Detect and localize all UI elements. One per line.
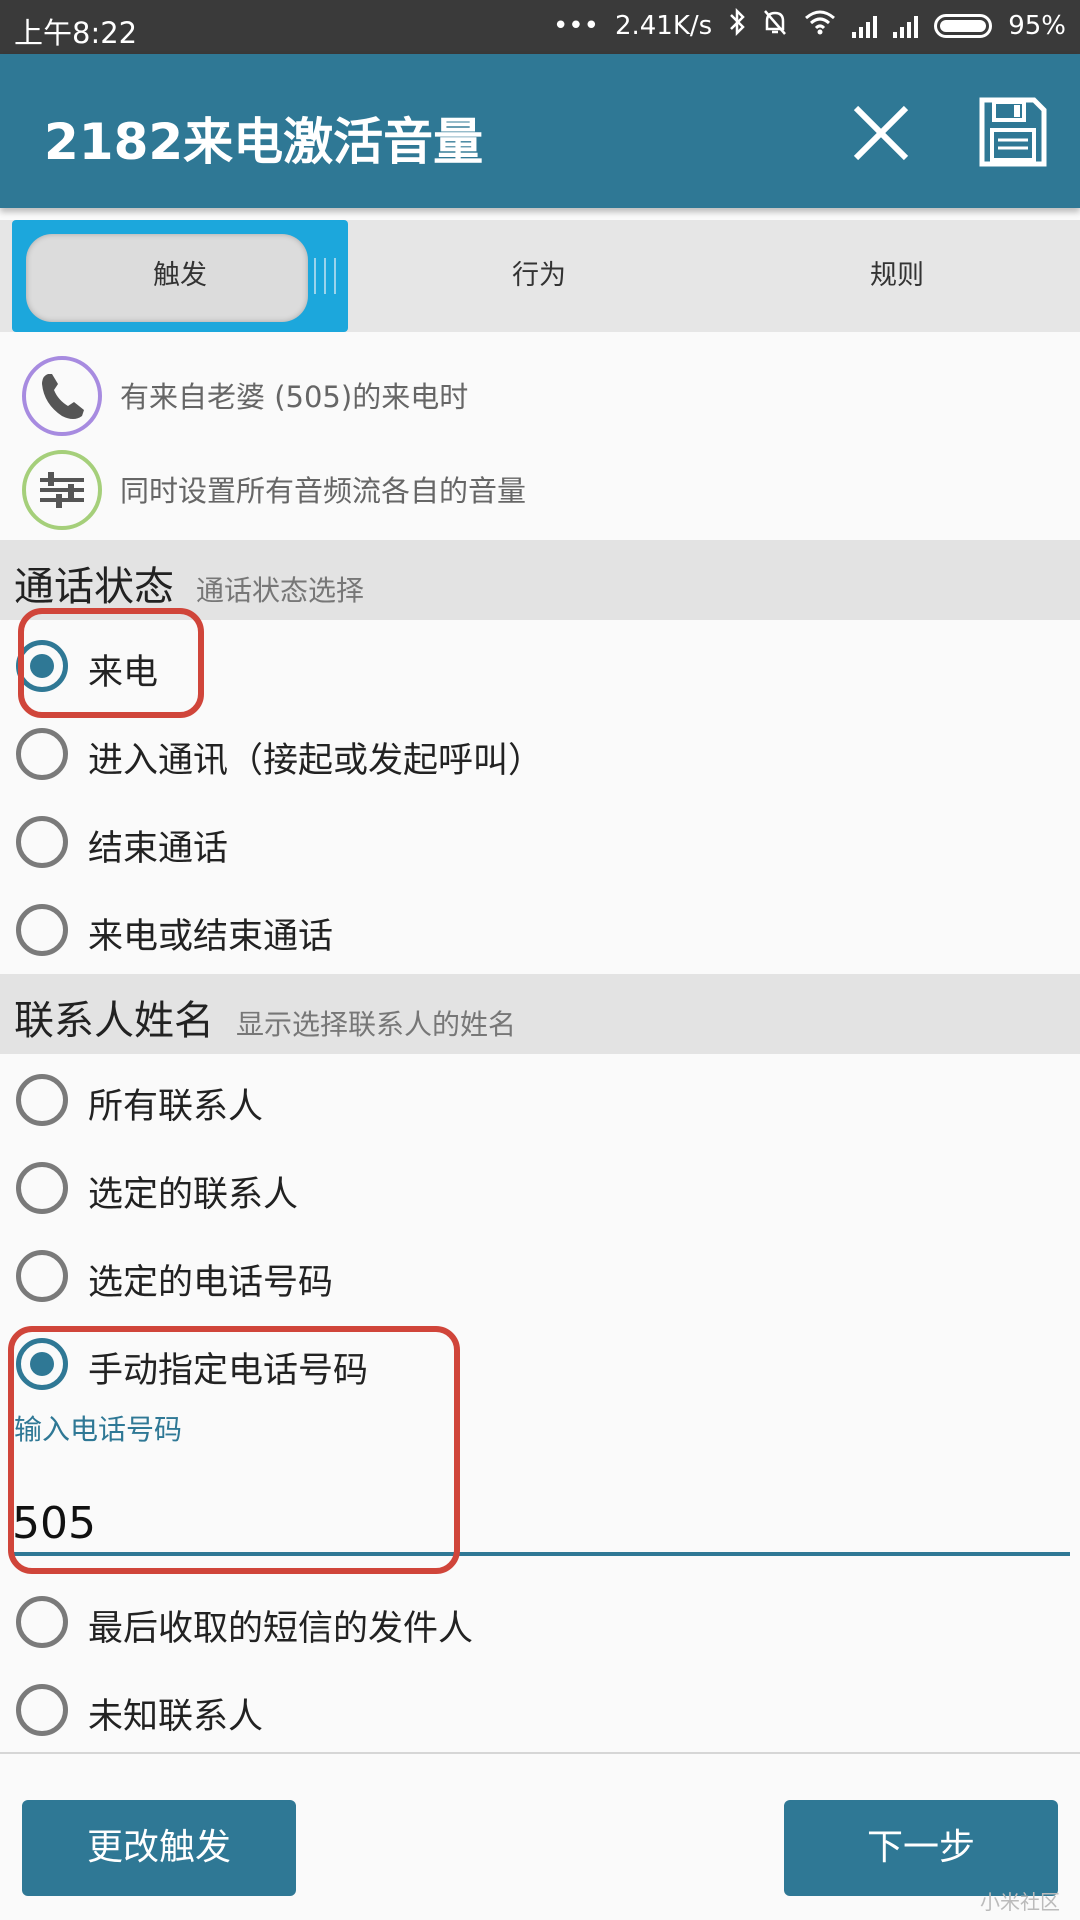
radio-label: 选定的电话号码 [88, 1263, 334, 1303]
wifi-icon [804, 9, 836, 42]
app-bar: 2182来电激活音量 [0, 54, 1080, 208]
network-speed: 2.41K/s [614, 10, 713, 41]
contact-name-header: 联系人姓名 显示选择联系人的姓名 [0, 974, 1080, 1054]
radio-button[interactable] [16, 816, 68, 868]
watermark: 小米社区 [980, 1890, 1060, 1914]
save-button[interactable] [978, 96, 1048, 168]
phone-icon [22, 356, 102, 436]
equalizer-icon [22, 450, 102, 530]
close-icon [853, 105, 909, 161]
radio-selected-contacts[interactable]: 选定的联系人 [0, 1144, 1080, 1232]
radio-label: 结束通话 [88, 829, 229, 869]
radio-incoming-or-ended[interactable]: 来电或结束通话 [0, 886, 1080, 974]
radio-label: 最后收取的短信的发件人 [88, 1609, 474, 1649]
radio-label: 来电或结束通话 [88, 917, 334, 957]
radio-button[interactable] [16, 1684, 68, 1736]
tab-label: 触发 [153, 260, 207, 291]
page-title: 2182来电激活音量 [44, 113, 484, 171]
status-time: 上午8:22 [14, 16, 138, 50]
radio-unknown-contact[interactable]: 未知联系人 [0, 1666, 1080, 1754]
save-icon [979, 97, 1047, 167]
radio-button[interactable] [16, 1250, 68, 1302]
battery-icon [934, 13, 993, 38]
radio-label: 选定的联系人 [88, 1175, 299, 1215]
annotation-box [8, 1326, 460, 1574]
radio-button[interactable] [16, 728, 68, 780]
section-title: 通话状态 [14, 564, 174, 610]
more-dots-icon: ••• [552, 10, 599, 41]
signal-icon-1 [852, 14, 878, 38]
tab-action[interactable]: 行为 [362, 220, 716, 332]
radio-button[interactable] [16, 1074, 68, 1126]
radio-button[interactable] [16, 1596, 68, 1648]
section-title: 联系人姓名 [14, 998, 214, 1044]
battery-percent: 95% [1008, 10, 1066, 41]
bluetooth-icon [728, 7, 746, 43]
tab-trigger[interactable]: 触发 [12, 220, 348, 332]
change-trigger-button[interactable]: 更改触发 [22, 1800, 296, 1896]
signal-icon-2 [893, 14, 919, 38]
tab-bar: 触发 行为 规则 [0, 220, 1080, 332]
radio-button[interactable] [16, 1162, 68, 1214]
summary-trigger: 有来自老婆 (505)的来电时 [0, 350, 1080, 440]
summary-trigger-text: 有来自老婆 (505)的来电时 [120, 380, 469, 414]
close-button[interactable] [846, 98, 916, 168]
radio-selected-numbers[interactable]: 选定的电话号码 [0, 1232, 1080, 1320]
mute-bell-icon [762, 8, 788, 43]
radio-button[interactable] [16, 904, 68, 956]
summary-action: 同时设置所有音频流各自的音量 [0, 444, 1080, 534]
tab-rule[interactable]: 规则 [720, 220, 1074, 332]
tab-label: 行为 [512, 260, 566, 291]
status-icons: ••• 2.41K/s 95% [552, 7, 1066, 43]
radio-label: 未知联系人 [88, 1697, 264, 1737]
annotation-box [18, 608, 204, 718]
radio-call-ended[interactable]: 结束通话 [0, 798, 1080, 886]
status-bar: 上午8:22 ••• 2.41K/s 95% [0, 0, 1080, 54]
radio-in-call[interactable]: 进入通讯（接起或发起呼叫） [0, 710, 1080, 798]
section-subtitle: 显示选择联系人的姓名 [236, 1008, 517, 1041]
tab-label: 规则 [870, 260, 924, 291]
next-button[interactable]: 下一步 [784, 1800, 1058, 1896]
divider [0, 1752, 1080, 1754]
section-subtitle: 通话状态选择 [196, 574, 365, 607]
radio-label: 所有联系人 [88, 1087, 264, 1127]
summary-action-text: 同时设置所有音频流各自的音量 [120, 474, 527, 508]
radio-label: 进入通讯（接起或发起呼叫） [88, 741, 544, 781]
radio-last-sms-sender[interactable]: 最后收取的短信的发件人 [0, 1578, 1080, 1666]
drag-grip-icon [314, 258, 336, 294]
radio-all-contacts[interactable]: 所有联系人 [0, 1056, 1080, 1144]
